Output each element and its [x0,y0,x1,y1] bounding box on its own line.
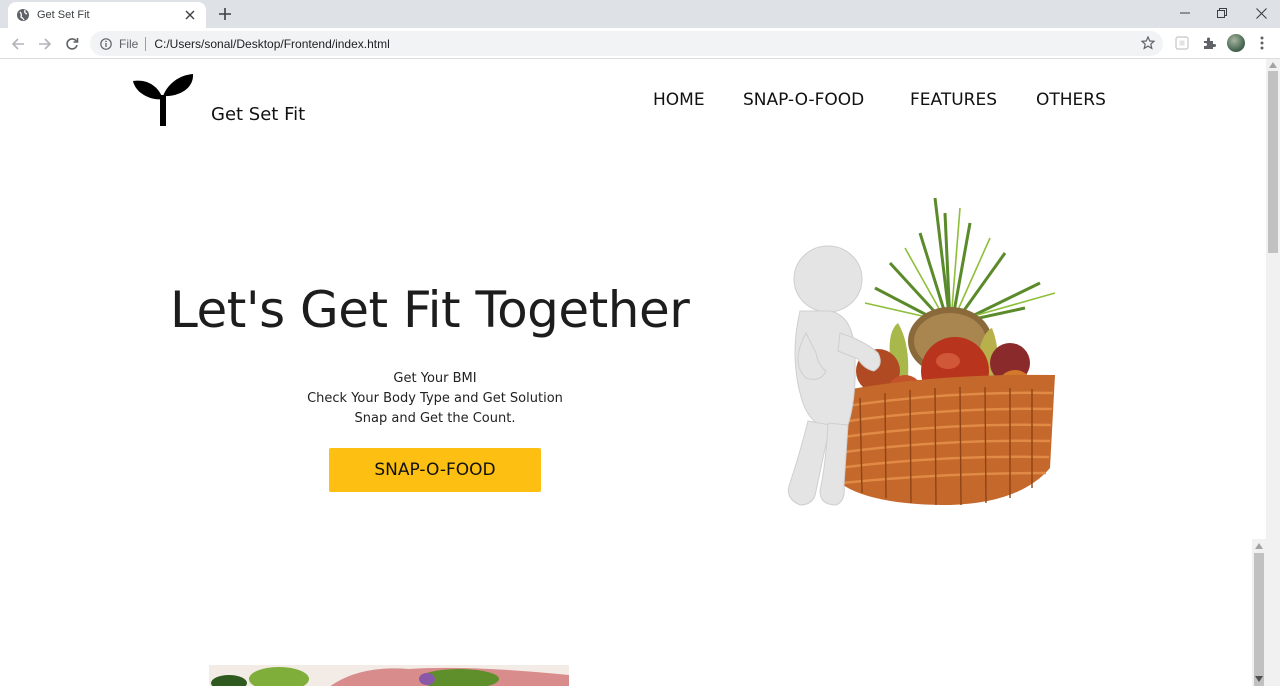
inner-scrollbar-thumb[interactable] [1254,553,1264,686]
url-scheme: File [119,36,139,51]
browser-tab[interactable]: Get Set Fit [8,2,206,28]
url-separator [145,36,147,51]
hero-line-body-type: Check Your Body Type and Get Solution [307,391,563,406]
puzzle-icon[interactable] [1200,34,1218,52]
hero-description: Get Your BMI Check Your Body Type and Ge… [285,369,585,429]
globe-icon [16,8,30,22]
new-tab-icon[interactable] [216,5,234,23]
info-icon[interactable] [100,37,112,50]
hero-title: Let's Get Fit Together [170,281,690,339]
page-scrollbar[interactable] [1266,59,1280,686]
browser-tabstrip: Get Set Fit [0,0,1280,28]
nav-home[interactable]: HOME [653,90,705,110]
snap-o-food-button[interactable]: SNAP-O-FOOD [329,448,541,492]
extension-icon[interactable] [1173,34,1191,52]
forward-icon[interactable] [35,34,55,54]
back-icon[interactable] [8,34,28,54]
profile-avatar[interactable] [1227,34,1245,52]
hero-line-bmi: Get Your BMI [393,371,477,386]
brand-name[interactable]: Get Set Fit [211,104,305,125]
sprout-logo[interactable] [132,73,196,129]
minimize-icon[interactable] [1175,4,1195,22]
restore-icon[interactable] [1212,4,1232,22]
nav-others[interactable]: OTHERS [1036,90,1106,110]
inner-scroll-up-icon[interactable] [1255,543,1263,551]
close-window-icon[interactable] [1251,4,1271,22]
inner-scrollbar[interactable] [1252,539,1266,686]
tab-title: Get Set Fit [37,9,90,21]
bookmark-star-icon[interactable] [1141,36,1155,50]
scroll-up-icon[interactable] [1269,62,1277,70]
url-text[interactable]: C:/Users/sonal/Desktop/Frontend/index.ht… [154,37,389,51]
inner-scroll-down-icon[interactable] [1255,676,1263,684]
reload-icon[interactable] [62,34,82,54]
food-photo [209,665,569,686]
hero-line-snap: Snap and Get the Count. [354,411,516,426]
address-bar[interactable]: File C:/Users/sonal/Desktop/Frontend/ind… [90,31,1163,56]
nav-snap-o-food[interactable]: SNAP-O-FOOD [743,90,864,110]
fruit-basket-illustration [770,193,1070,513]
nav-features[interactable]: FEATURES [910,90,997,110]
page-viewport: Get Set Fit HOME SNAP-O-FOOD FEATURES OT… [0,59,1266,686]
scrollbar-thumb[interactable] [1268,71,1278,253]
menu-kebab-icon[interactable] [1253,34,1271,52]
close-tab-icon[interactable] [182,7,198,23]
browser-toolbar: File C:/Users/sonal/Desktop/Frontend/ind… [0,28,1280,59]
